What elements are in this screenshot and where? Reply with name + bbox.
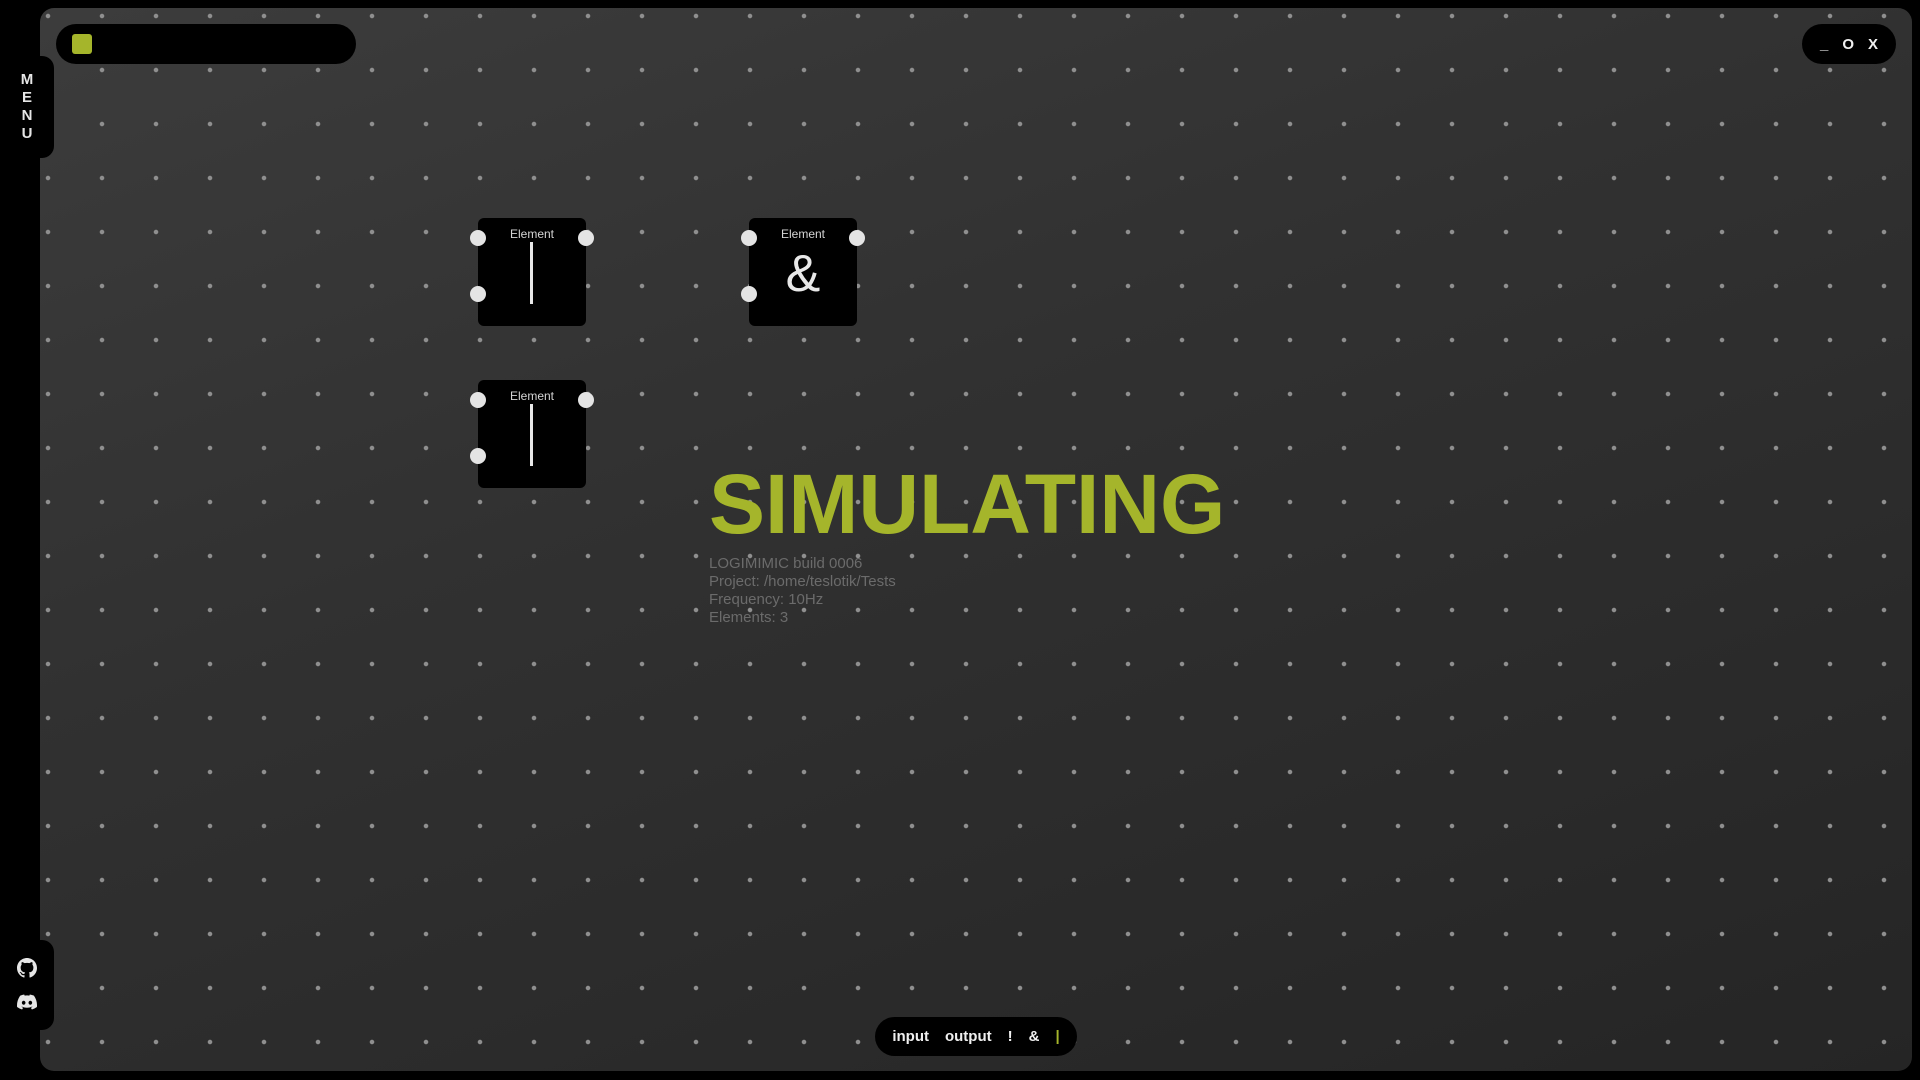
toolbar-not-button[interactable]: ! — [1008, 1028, 1013, 1045]
input-port[interactable] — [741, 286, 757, 302]
menu-letter: N — [21, 107, 33, 124]
toolbar-or-button[interactable]: | — [1055, 1028, 1059, 1045]
element-title: Element — [509, 389, 555, 403]
toolbar-input-button[interactable]: input — [892, 1028, 929, 1045]
element-title: Element — [780, 227, 826, 241]
input-port[interactable] — [470, 392, 486, 408]
minimize-button[interactable]: _ — [1820, 36, 1828, 53]
github-icon[interactable] — [17, 958, 37, 978]
output-port[interactable] — [849, 230, 865, 246]
toolbar-and-button[interactable]: & — [1029, 1028, 1040, 1045]
output-port[interactable] — [578, 230, 594, 246]
discord-icon[interactable] — [17, 992, 37, 1012]
maximize-button[interactable]: O — [1842, 36, 1854, 53]
and-symbol: & — [785, 245, 821, 303]
input-port[interactable] — [470, 448, 486, 464]
input-port[interactable] — [741, 230, 757, 246]
project-info: LOGIMIMIC build 0006 Project: /home/tesl… — [709, 555, 896, 627]
or-symbol — [530, 404, 533, 466]
or-symbol — [530, 242, 533, 304]
element-or-gate-1[interactable]: Element — [470, 218, 594, 326]
menu-letter: U — [21, 125, 33, 142]
input-port[interactable] — [470, 286, 486, 302]
menu-letter: E — [21, 89, 32, 106]
element-count: Elements: 3 — [709, 609, 789, 626]
element-or-gate-2[interactable]: Element — [470, 380, 594, 488]
close-button[interactable]: X — [1868, 36, 1878, 53]
element-toolbar: input output ! & | — [875, 1017, 1077, 1056]
menu-letter: M — [20, 71, 34, 88]
output-port[interactable] — [578, 392, 594, 408]
social-links — [0, 940, 54, 1030]
simulation-indicator[interactable] — [72, 34, 92, 54]
frequency-label: Frequency: 10Hz — [709, 591, 824, 608]
status-bar[interactable] — [56, 24, 356, 64]
element-title: Element — [509, 227, 555, 241]
toolbar-output-button[interactable]: output — [945, 1028, 992, 1045]
project-path: Project: /home/teslotik/Tests — [709, 573, 896, 590]
build-label: LOGIMIMIC build 0006 — [709, 555, 863, 572]
simulation-status-title: SIMULATING — [709, 457, 1226, 551]
window-controls: _ O X — [1802, 24, 1896, 64]
input-port[interactable] — [470, 230, 486, 246]
element-and-gate[interactable]: Element & — [741, 218, 865, 326]
menu-tab[interactable]: M E N U — [0, 56, 54, 158]
